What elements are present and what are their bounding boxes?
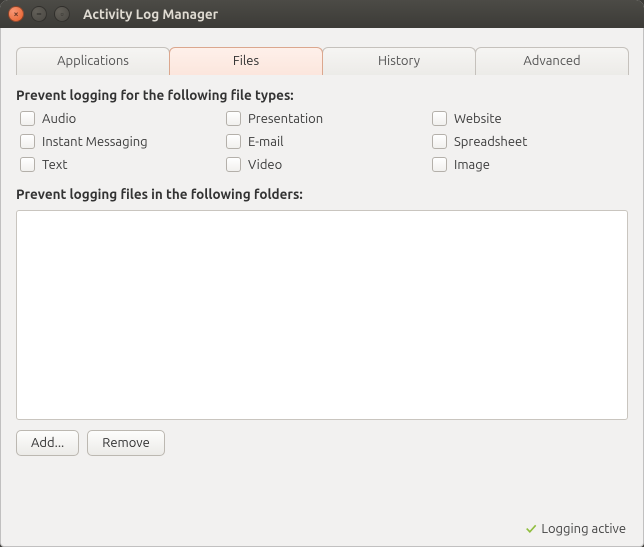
check-item-presentation: Presentation	[226, 111, 422, 126]
checkbox-image[interactable]	[432, 157, 447, 172]
window-title: Activity Log Manager	[83, 6, 218, 22]
checkbox-video[interactable]	[226, 157, 241, 172]
folder-list[interactable]	[16, 210, 628, 420]
folder-buttons: Add... Remove	[16, 430, 628, 456]
minimize-button[interactable]: –	[31, 6, 47, 22]
tab-applications[interactable]: Applications	[16, 47, 170, 75]
checkbox-text[interactable]	[20, 157, 35, 172]
check-item-email: E-mail	[226, 134, 422, 149]
status-text: Logging active	[541, 522, 626, 536]
check-item-instant-messaging: Instant Messaging	[20, 134, 216, 149]
checkbox-website[interactable]	[432, 111, 447, 126]
tab-advanced[interactable]: Advanced	[475, 47, 629, 75]
checkbox-presentation[interactable]	[226, 111, 241, 126]
check-item-website: Website	[432, 111, 628, 126]
label-text[interactable]: Text	[42, 158, 67, 172]
tab-files[interactable]: Files	[169, 47, 323, 75]
label-audio[interactable]: Audio	[42, 112, 76, 126]
label-video[interactable]: Video	[248, 158, 282, 172]
titlebar: × – ▫ Activity Log Manager	[0, 0, 644, 28]
close-button[interactable]: ×	[8, 6, 24, 22]
file-types-grid: Audio Presentation Website Instant Messa…	[20, 111, 628, 172]
add-button[interactable]: Add...	[16, 430, 79, 456]
file-types-heading: Prevent logging for the following file t…	[16, 87, 628, 103]
label-spreadsheet[interactable]: Spreadsheet	[454, 135, 527, 149]
checkbox-spreadsheet[interactable]	[432, 134, 447, 149]
label-website[interactable]: Website	[454, 112, 502, 126]
check-item-video: Video	[226, 157, 422, 172]
check-icon: ✓	[526, 520, 537, 537]
status-line: ✓ Logging active	[526, 520, 626, 537]
label-instant-messaging[interactable]: Instant Messaging	[42, 135, 148, 149]
label-email[interactable]: E-mail	[248, 135, 284, 149]
checkbox-audio[interactable]	[20, 111, 35, 126]
check-item-image: Image	[432, 157, 628, 172]
check-item-text: Text	[20, 157, 216, 172]
maximize-button[interactable]: ▫	[54, 6, 70, 22]
folders-heading: Prevent logging files in the following f…	[16, 186, 628, 202]
content-area: Applications Files History Advanced Prev…	[0, 28, 644, 466]
label-presentation[interactable]: Presentation	[248, 112, 323, 126]
checkbox-instant-messaging[interactable]	[20, 134, 35, 149]
tab-history[interactable]: History	[322, 47, 476, 75]
check-item-audio: Audio	[20, 111, 216, 126]
checkbox-email[interactable]	[226, 134, 241, 149]
check-item-spreadsheet: Spreadsheet	[432, 134, 628, 149]
remove-button[interactable]: Remove	[87, 430, 165, 456]
label-image[interactable]: Image	[454, 158, 490, 172]
window: × – ▫ Activity Log Manager Applications …	[0, 0, 644, 547]
tab-bar: Applications Files History Advanced	[16, 46, 628, 75]
